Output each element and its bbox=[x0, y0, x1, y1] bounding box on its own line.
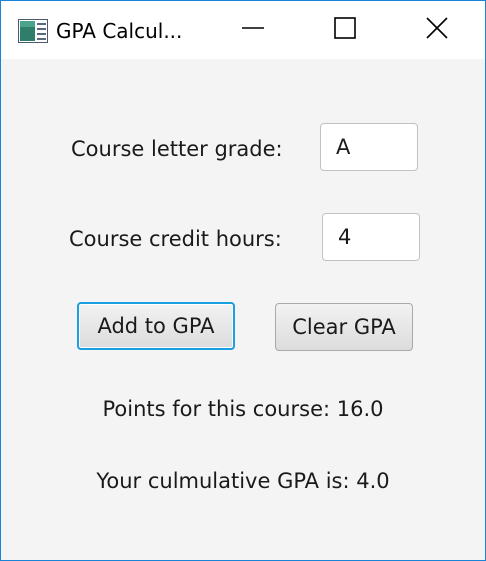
minimize-button[interactable] bbox=[207, 1, 299, 59]
gpa-result: Your culmulative GPA is: 4.0 bbox=[96, 469, 390, 493]
window-title: GPA Calcul... bbox=[56, 19, 183, 43]
close-button[interactable] bbox=[391, 1, 483, 59]
clear-gpa-button[interactable]: Clear GPA bbox=[275, 303, 413, 351]
java-app-icon bbox=[18, 19, 48, 43]
grade-input[interactable] bbox=[320, 123, 418, 171]
app-window: GPA Calcul... Course letter grade: A Cou… bbox=[0, 0, 486, 561]
form-panel: Course letter grade: Course credit hours… bbox=[1, 59, 485, 560]
hours-label: Course credit hours: bbox=[69, 227, 282, 251]
add-to-gpa-button[interactable]: Add to GPA bbox=[77, 302, 235, 350]
minimize-icon bbox=[242, 17, 264, 43]
grade-label: Course letter grade: bbox=[71, 137, 283, 161]
title-bar[interactable]: GPA Calcul... bbox=[1, 1, 485, 59]
points-result: Points for this course: 16.0 bbox=[102, 397, 384, 421]
hours-input[interactable] bbox=[322, 213, 420, 261]
close-icon bbox=[426, 17, 448, 43]
maximize-icon bbox=[334, 17, 356, 43]
maximize-button[interactable] bbox=[299, 1, 391, 59]
